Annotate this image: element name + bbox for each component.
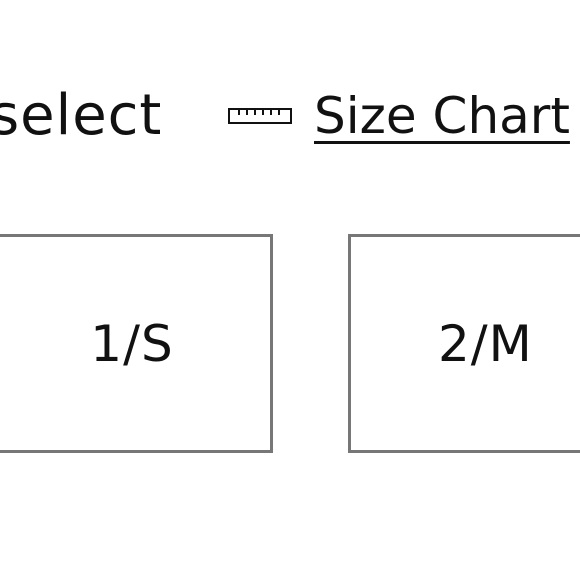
size-chart-link[interactable]: Size Chart	[228, 84, 570, 148]
size-option-label: 1/S	[90, 314, 174, 373]
size-option-2-m[interactable]: 2/M	[348, 234, 580, 453]
size-option-label: 2/M	[438, 314, 533, 373]
size-chart-label[interactable]: Size Chart	[314, 84, 570, 148]
select-size-label: select	[0, 83, 163, 148]
ruler-icon	[228, 108, 292, 124]
size-selector: select Size Chart 1/S 2/M	[0, 0, 580, 580]
size-option-1-s[interactable]: 1/S	[0, 234, 273, 453]
